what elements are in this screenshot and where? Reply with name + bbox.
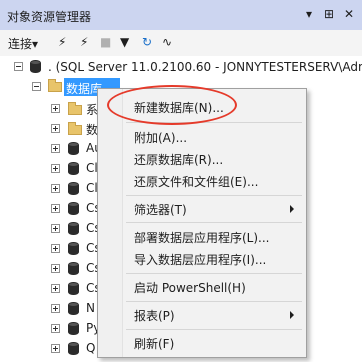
database-icon [68,302,79,315]
database-icon [68,282,79,295]
stop-icon[interactable]: ■ [100,35,111,49]
panel-title: 对象资源管理器 [7,10,92,24]
database-icon [68,242,79,255]
plug-connect-icon[interactable]: ⚡ [58,35,66,49]
server-node[interactable]: . (SQL Server 11.0.2100.60 - JONNYTESTER… [48,60,362,74]
submenu-arrow-icon [290,205,294,213]
database-icon [68,162,79,175]
folder-icon [68,102,82,115]
expand-toggle[interactable] [51,304,60,313]
menu-separator [126,329,302,330]
tree-node-label[interactable]: Cl [86,161,98,175]
server-icon [30,60,41,73]
expand-toggle[interactable] [51,144,60,153]
expand-toggle[interactable] [51,264,60,273]
disconnect-icon[interactable]: ⚡ [80,35,88,49]
databases-collapse-toggle[interactable] [32,82,41,91]
close-icon[interactable]: ✕ [344,7,354,21]
expand-toggle[interactable] [51,204,60,213]
tree-node-label[interactable]: N [86,301,95,315]
menu-separator [126,301,302,302]
tree-node-label[interactable]: Cl [86,181,98,195]
server-collapse-toggle[interactable] [14,62,23,71]
expand-toggle[interactable] [51,104,60,113]
pin-icon[interactable]: ⊞ [324,7,334,21]
expand-toggle[interactable] [51,244,60,253]
database-icon [68,222,79,235]
expand-toggle[interactable] [51,124,60,133]
database-icon [68,342,79,355]
expand-toggle[interactable] [51,344,60,353]
panel-titlebar: 对象资源管理器 ▾ ⊞ ✕ [0,0,362,30]
menu-item-filter[interactable]: 筛选器(T) [134,201,187,218]
submenu-arrow-icon [290,311,294,319]
database-icon [68,262,79,275]
connect-caret: ▾ [32,37,39,51]
menu-item-start-powershell[interactable]: 启动 PowerShell(H) [134,279,246,296]
database-icon [68,202,79,215]
annotation-ellipse [107,85,237,125]
menu-separator [126,195,302,196]
menu-item-restore-database[interactable]: 还原数据库(R)... [134,151,223,168]
menu-separator [126,222,302,223]
menu-item-import-dac[interactable]: 导入数据层应用程序(I)... [134,251,266,268]
menu-item-restore-files[interactable]: 还原文件和文件组(E)... [134,173,258,190]
window-position-icon[interactable]: ▾ [306,7,312,21]
filter-icon[interactable]: ▼ [120,35,129,49]
connect-label: 连接 [8,37,33,51]
menu-item-reports[interactable]: 报表(P) [134,307,175,324]
explorer-toolbar: 连接▾ ⚡ ⚡ ■ ▼ ↻ ∿ [0,30,362,57]
expand-toggle[interactable] [51,164,60,173]
menu-gutter [98,89,123,357]
menu-item-attach[interactable]: 附加(A)... [134,129,187,146]
database-icon [68,142,79,155]
tree-node-label[interactable]: Q [86,341,95,355]
menu-separator [126,273,302,274]
expand-toggle[interactable] [51,324,60,333]
expand-toggle[interactable] [51,184,60,193]
expand-toggle[interactable] [51,224,60,233]
menu-item-deploy-dac[interactable]: 部署数据层应用程序(L)... [134,229,270,246]
expand-toggle[interactable] [51,284,60,293]
connect-button[interactable]: 连接▾ [8,35,38,52]
refresh-icon[interactable]: ↻ [142,35,152,49]
activity-monitor-icon[interactable]: ∿ [162,35,172,49]
context-menu: 新建数据库(N)... 附加(A)... 还原数据库(R)... 还原文件和文件… [97,88,307,358]
menu-item-refresh[interactable]: 刷新(F) [134,335,174,352]
folder-icon [68,122,82,135]
folder-icon [48,79,62,92]
database-icon [68,322,79,335]
database-icon [68,182,79,195]
